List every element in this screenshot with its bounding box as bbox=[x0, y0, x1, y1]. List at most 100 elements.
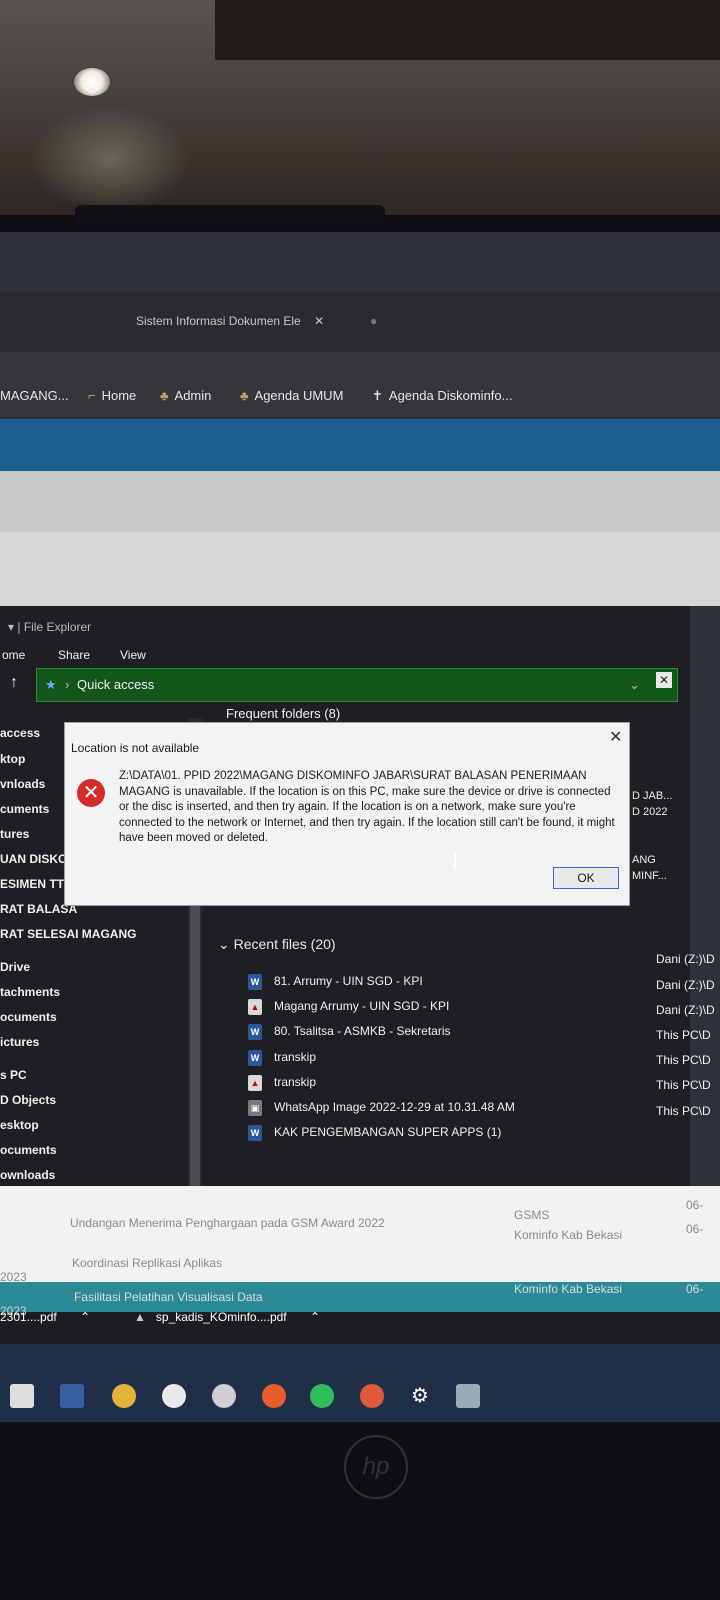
nav-item[interactable]: ocuments bbox=[0, 1143, 57, 1157]
nav-item[interactable]: D Objects bbox=[0, 1093, 56, 1107]
nav-item[interactable]: cuments bbox=[0, 802, 49, 816]
download-item[interactable]: ▲ sp_kadis_KOminfo....pdf ⌃ bbox=[134, 1310, 320, 1324]
nav-item[interactable]: tures bbox=[0, 827, 29, 841]
recent-file-row[interactable]: Wtranskip bbox=[248, 1050, 316, 1066]
recent-file-row[interactable]: W 80. Tsalitsa - ASMKB - Sekretaris bbox=[248, 1024, 451, 1040]
download-name: sp_kadis_KOminfo....pdf bbox=[155, 1310, 287, 1324]
image-file-icon: ▣ bbox=[248, 1100, 262, 1116]
close-icon[interactable]: ✕ bbox=[609, 727, 622, 747]
recent-file-row[interactable]: ▲ Magang Arrumy - UIN SGD - KPI bbox=[248, 999, 449, 1015]
bookmark-magang[interactable]: MAGANG... bbox=[0, 388, 69, 403]
recent-file-row[interactable]: ▲ transkip bbox=[248, 1075, 316, 1091]
file-location: This PC\D bbox=[656, 1104, 711, 1118]
app-icon[interactable] bbox=[60, 1384, 84, 1408]
web-list-title[interactable]: Fasilitasi Pelatihan Visualisasi Data bbox=[74, 1290, 263, 1304]
ribbon-tab-view[interactable]: View bbox=[120, 648, 146, 662]
recent-file-row[interactable]: ▣ WhatsApp Image 2022-12-29 at 10.31.48 A… bbox=[248, 1100, 515, 1116]
browser-tab[interactable]: Sistem Informasi Dokumen Ele ✕ bbox=[136, 314, 324, 328]
chevron-up-icon[interactable]: ⌃ bbox=[80, 1310, 90, 1324]
web-list-title[interactable]: Undangan Menerima Penghargaan pada GSM A… bbox=[70, 1216, 385, 1230]
file-location: This PC\D bbox=[656, 1028, 711, 1042]
address-bar[interactable]: ★ › Quick access ⌄ bbox=[36, 668, 678, 702]
nav-item[interactable]: ktop bbox=[0, 752, 25, 766]
nav-item[interactable]: Drive bbox=[0, 960, 30, 974]
folder-tile-label[interactable]: ANG bbox=[632, 854, 656, 866]
file-location: Dani (Z:)\D bbox=[656, 978, 715, 992]
recent-files-header[interactable]: ⌄ Recent files (20) bbox=[218, 936, 336, 953]
word-file-icon: W bbox=[248, 1024, 262, 1040]
chevron-right-icon: › bbox=[65, 677, 70, 692]
close-icon[interactable]: ✕ bbox=[656, 672, 672, 688]
chrome-icon[interactable] bbox=[360, 1384, 384, 1408]
web-list-time: 06- bbox=[686, 1282, 704, 1296]
ceiling-lamp bbox=[74, 68, 110, 96]
whatsapp-icon[interactable] bbox=[162, 1384, 186, 1408]
website-content-area-lower bbox=[0, 532, 720, 606]
ribbon-tab-share[interactable]: Share bbox=[58, 648, 90, 662]
dialog-message: Z:\DATA\01. PPID 2022\MAGANG DISKOMINFO … bbox=[119, 770, 615, 844]
spotify-icon[interactable] bbox=[310, 1384, 334, 1408]
close-icon[interactable]: ✕ bbox=[314, 314, 324, 328]
bookmark-agenda-umum[interactable]: ♣ Agenda UMUM bbox=[240, 388, 343, 403]
up-arrow-icon[interactable]: ↑ bbox=[10, 674, 18, 692]
nav-item[interactable]: vnloads bbox=[0, 777, 45, 791]
file-name: KAK PENGEMBANGAN SUPER APPS (1) bbox=[274, 1125, 502, 1140]
bookmark-home[interactable]: ⌐ Home bbox=[88, 388, 136, 403]
browser-tab-bar: Sistem Informasi Dokumen Ele ✕ ● bbox=[0, 292, 720, 352]
nav-item[interactable]: tachments bbox=[0, 985, 60, 999]
bookmark-agenda-diskominfo[interactable]: ✝ Agenda Diskominfo... bbox=[372, 388, 512, 404]
star-icon: ★ bbox=[45, 677, 57, 692]
hp-logo: hp bbox=[344, 1435, 408, 1499]
file-name: transkip bbox=[274, 1075, 317, 1090]
file-name: transkip bbox=[274, 1050, 317, 1065]
taskbar: ⚙ bbox=[0, 1344, 720, 1422]
firefox-icon[interactable] bbox=[262, 1384, 286, 1408]
file-location: Dani (Z:)\D bbox=[656, 1003, 715, 1017]
recent-file-row[interactable]: W 81. Arrumy - UIN SGD - KPI bbox=[248, 974, 423, 990]
chevron-up-icon[interactable]: ⌃ bbox=[310, 1310, 320, 1324]
nav-item[interactable]: ictures bbox=[0, 1035, 39, 1049]
download-name: 2301....pdf bbox=[0, 1310, 57, 1324]
error-icon: ✕ bbox=[77, 779, 105, 807]
file-location: Dani (Z:)\D bbox=[656, 952, 715, 966]
bookmark-admin[interactable]: ♣ Admin bbox=[160, 388, 211, 403]
ribbon-tab-home[interactable]: ome bbox=[2, 648, 25, 662]
chrome-icon[interactable] bbox=[112, 1384, 136, 1408]
globe-icon: ● bbox=[370, 314, 378, 328]
app-icon[interactable] bbox=[212, 1384, 236, 1408]
recent-file-row[interactable]: W KAK PENGEMBANGAN SUPER APPS (1) bbox=[248, 1125, 501, 1141]
bookmark-label: Admin bbox=[174, 388, 212, 403]
folder-tile-label[interactable]: MINF... bbox=[632, 870, 667, 882]
pdf-file-icon: ▲ bbox=[248, 1075, 262, 1091]
folder-tile-label[interactable]: D JAB... bbox=[632, 790, 672, 802]
nav-item[interactable]: ocuments bbox=[0, 1010, 57, 1024]
word-file-icon: W bbox=[248, 1125, 262, 1141]
web-list-title[interactable]: Koordinasi Replikasi Aplikas bbox=[72, 1256, 222, 1270]
file-name: Magang Arrumy - UIN SGD - KPI bbox=[274, 999, 450, 1014]
file-location: This PC\D bbox=[656, 1078, 711, 1092]
location-error-dialog: Location is not available ✕ ✕ Z:\DATA\01… bbox=[64, 722, 630, 906]
webcam-bar bbox=[75, 205, 385, 225]
nav-item[interactable]: ESIMEN TTE bbox=[0, 877, 72, 891]
web-list-time: 06- bbox=[686, 1222, 704, 1236]
nav-item[interactable]: ownloads bbox=[0, 1168, 55, 1182]
nav-item[interactable]: esktop bbox=[0, 1118, 39, 1132]
nav-item[interactable]: access bbox=[0, 726, 40, 740]
nav-item[interactable]: s PC bbox=[0, 1068, 27, 1082]
ok-button[interactable]: OK bbox=[553, 867, 619, 889]
folder-tile-label[interactable]: D 2022 bbox=[632, 806, 667, 818]
app-icon[interactable] bbox=[456, 1384, 480, 1408]
dialog-title: Location is not available bbox=[71, 741, 200, 755]
gear-icon[interactable]: ⚙ bbox=[408, 1384, 432, 1408]
address-text: Quick access bbox=[77, 677, 155, 692]
lamp-glow bbox=[30, 105, 190, 215]
frequent-folders-header[interactable]: Frequent folders (8) bbox=[226, 706, 340, 721]
word-file-icon: W bbox=[248, 1050, 262, 1066]
mail-icon[interactable] bbox=[10, 1384, 34, 1408]
chevron-down-icon[interactable]: ⌄ bbox=[629, 677, 640, 693]
monitor-screen: Sistem Informasi Dokumen Ele ✕ ● MAGANG.… bbox=[0, 232, 720, 1422]
page-icon: ⌐ bbox=[88, 388, 96, 403]
nav-item[interactable]: UAN DISKC bbox=[0, 852, 67, 866]
download-item[interactable]: 2301....pdf ⌃ bbox=[0, 1310, 90, 1324]
nav-item[interactable]: RAT SELESAI MAGANG bbox=[0, 927, 136, 941]
